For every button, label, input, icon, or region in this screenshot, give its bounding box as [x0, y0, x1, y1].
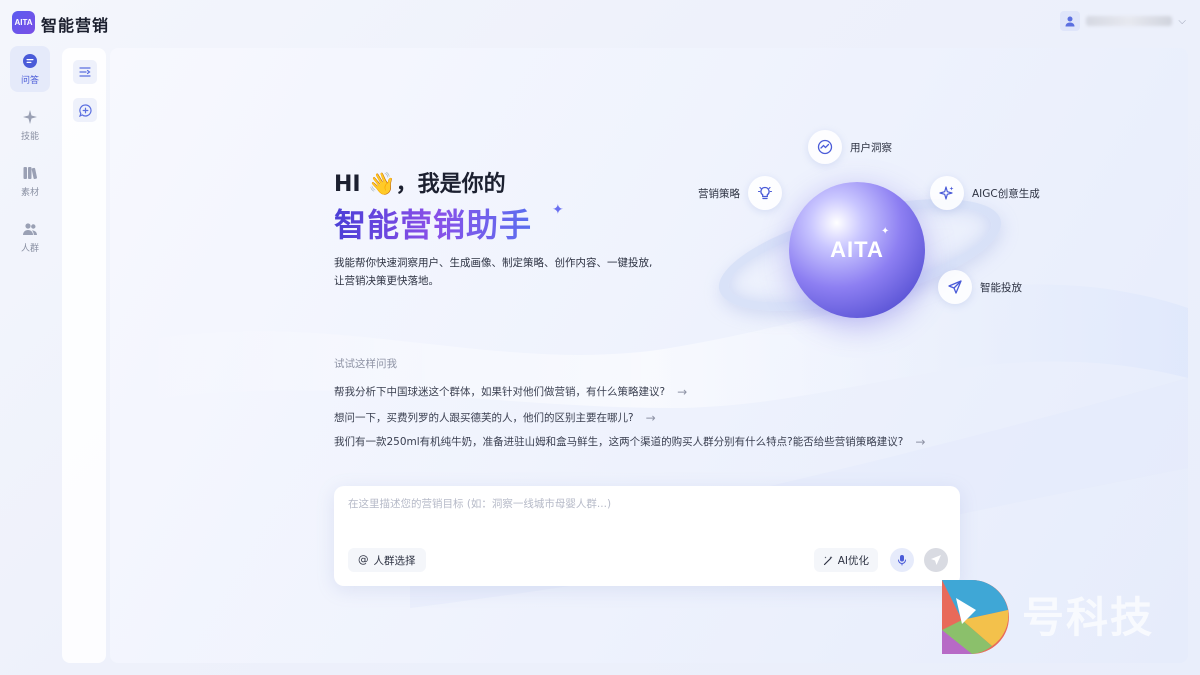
- intro-line: 让营销决策更快落地。: [334, 275, 439, 287]
- microphone-icon: [898, 555, 906, 566]
- app-title: 智能营销: [41, 16, 110, 35]
- watermark-text: 号科技: [1022, 593, 1155, 642]
- ai-optimize-button[interactable]: AI优化: [813, 548, 878, 572]
- capability-marketing-strategy: 营销策略: [698, 176, 782, 210]
- avatar[interactable]: [1060, 11, 1081, 31]
- goal-input[interactable]: [348, 498, 908, 510]
- suggestion-text: 想问一下，买费列罗的人跟买德芙的人，他们的区别主要在哪儿?: [334, 412, 634, 424]
- suggestion-item[interactable]: 想问一下，买费列罗的人跟买德芙的人，他们的区别主要在哪儿? →: [334, 410, 656, 425]
- watermark-logo: [942, 580, 1009, 654]
- user-name: [1086, 16, 1173, 26]
- nav-item-label: 技能: [20, 131, 39, 142]
- people-icon: [22, 221, 38, 237]
- capability-label: 营销策略: [698, 187, 740, 200]
- capability-label: AIGC创意生成: [972, 187, 1040, 200]
- suggestions-title: 试试这样问我: [334, 358, 397, 370]
- intro-text: 我能帮你快速洞察用户、生成画像、制定策略、创作内容、一键投放, 让营销决策更快落…: [334, 254, 694, 290]
- at-icon: @: [358, 554, 369, 566]
- assistant-title: 智能营销助手: [334, 200, 532, 246]
- capability-label: 智能投放: [980, 281, 1022, 294]
- send-icon: [938, 270, 972, 304]
- nav-item-audience[interactable]: 人群: [10, 214, 50, 260]
- sparkle-icon: ✦: [881, 226, 890, 237]
- orb-sphere: AITA ✦: [789, 182, 925, 318]
- arrow-right-icon: →: [645, 410, 656, 425]
- suggestion-item[interactable]: 我们有一款250ml有机纯牛奶，准备进驻山姆和盒马鲜生，这两个渠道的购买人群分别…: [334, 434, 925, 449]
- send-icon: [931, 555, 941, 565]
- capability-smart-delivery: 智能投放: [938, 270, 1022, 304]
- new-chat-icon: [78, 103, 92, 117]
- collapse-panel-button[interactable]: [73, 60, 97, 84]
- capability-user-insight: 用户洞察: [808, 130, 892, 164]
- books-icon: [22, 165, 38, 181]
- suggestion-text: 我们有一款250ml有机纯牛奶，准备进驻山姆和盒马鲜生，这两个渠道的购买人群分别…: [334, 436, 904, 448]
- voice-input-button[interactable]: [890, 548, 914, 572]
- lightbulb-icon: [748, 176, 782, 210]
- nav-item-skills[interactable]: 技能: [10, 102, 50, 148]
- arrow-right-icon: →: [915, 434, 926, 449]
- send-button[interactable]: [924, 548, 948, 572]
- sparkles-icon: [930, 176, 964, 210]
- collapse-icon: [79, 67, 91, 77]
- user-menu[interactable]: ⌵: [1060, 11, 1186, 31]
- left-nav: 问答 技能 素材 人群: [10, 46, 54, 270]
- main-area: HI 👋，我是你的 智能营销助手 ✦ 我能帮你快速洞察用户、生成画像、制定策略、…: [110, 48, 1188, 663]
- top-bar: AITA 智能营销 ⌵: [0, 0, 1200, 44]
- intro-line: 我能帮你快速洞察用户、生成画像、制定策略、创作内容、一键投放,: [334, 257, 653, 269]
- app-logo: AITA: [12, 11, 35, 34]
- audience-select-label: 人群选择: [373, 554, 416, 567]
- suggestion-item[interactable]: 帮我分析下中国球迷这个群体，如果针对他们做营销，有什么策略建议? →: [334, 384, 687, 399]
- sparkle-icon: ✦: [552, 202, 564, 218]
- nav-item-qa[interactable]: 问答: [10, 46, 50, 92]
- new-chat-button[interactable]: [73, 98, 97, 122]
- composer: @ 人群选择 AI优化: [334, 486, 960, 586]
- nav-item-materials[interactable]: 素材: [10, 158, 50, 204]
- nav-item-label: 素材: [20, 187, 39, 198]
- history-panel: [62, 48, 106, 663]
- chevron-down-icon[interactable]: ⌵: [1178, 16, 1186, 27]
- chat-icon: [22, 53, 38, 69]
- suggestion-text: 帮我分析下中国球迷这个群体，如果针对他们做营销，有什么策略建议?: [334, 386, 666, 398]
- audience-select-button[interactable]: @ 人群选择: [348, 548, 426, 572]
- greeting: HI 👋，我是你的: [334, 172, 506, 197]
- magic-wand-icon: [823, 555, 833, 565]
- arrow-right-icon: →: [677, 384, 688, 399]
- nav-item-label: 人群: [20, 243, 39, 254]
- ai-optimize-label: AI优化: [837, 554, 869, 567]
- user-icon: [1065, 16, 1075, 27]
- nav-item-label: 问答: [20, 75, 39, 86]
- capability-aigc: AIGC创意生成: [930, 176, 1040, 210]
- sparkle-icon: [22, 109, 38, 125]
- chart-circle-icon: [808, 130, 842, 164]
- orb-label: AITA: [830, 237, 884, 262]
- capability-label: 用户洞察: [850, 141, 892, 154]
